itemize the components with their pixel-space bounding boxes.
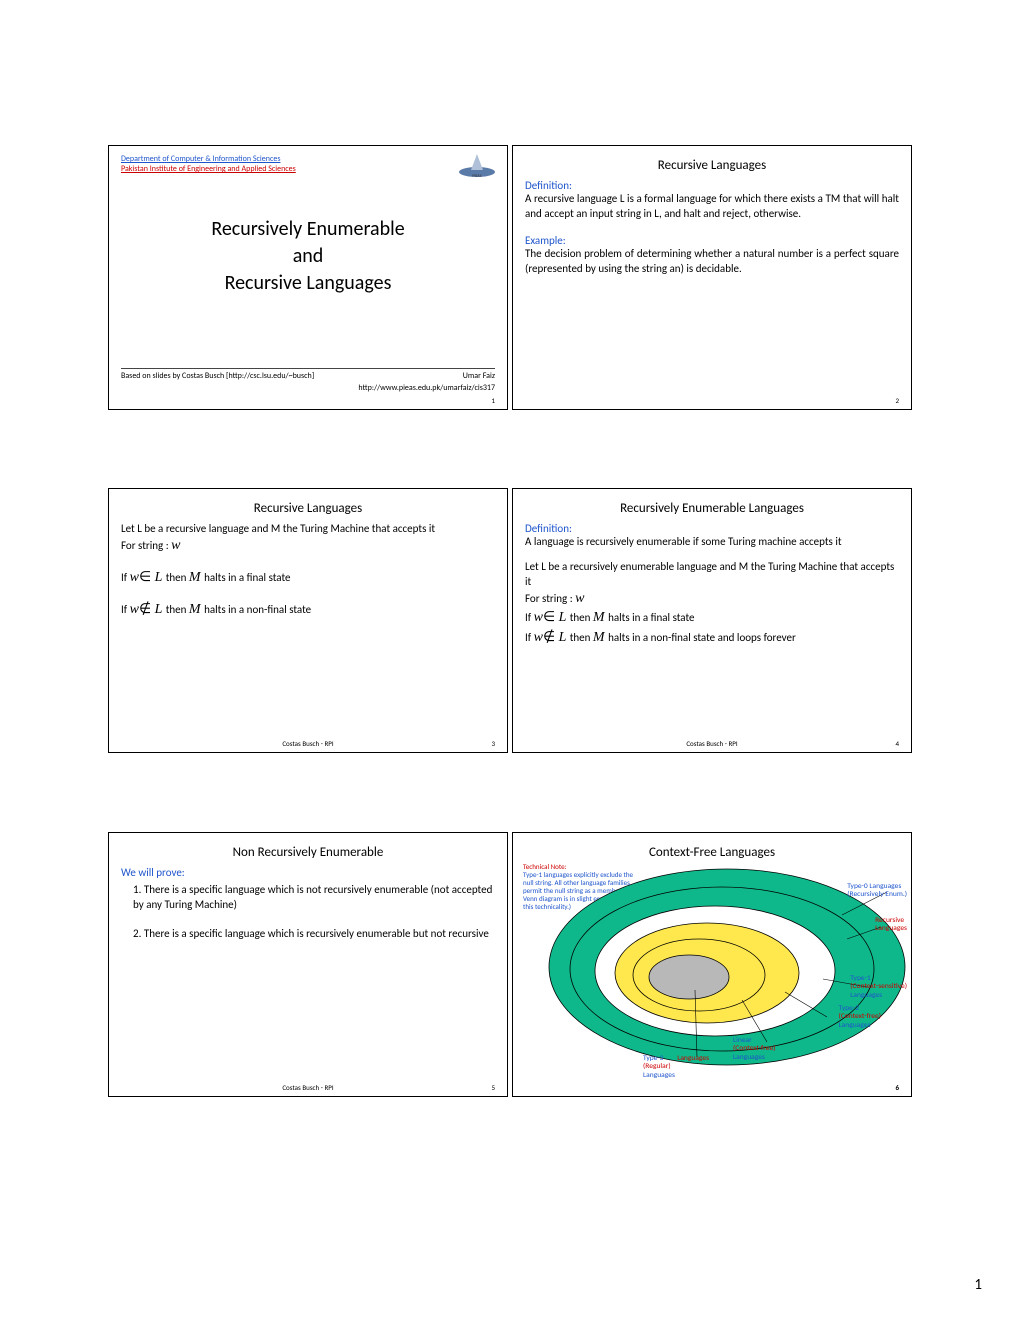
label-type3: Type-3 Languages (Regular) Languages <box>643 1055 709 1080</box>
case-in-L: If w∈ L then M halts in a final state <box>525 608 899 628</box>
title-line-3: Recursive Languages <box>121 270 495 297</box>
prove-item-1: 1. There is a specific language which is… <box>121 883 495 913</box>
slide-2: Recursive Languages Definition: A recurs… <box>512 145 912 410</box>
slide-number: 4 <box>895 739 899 748</box>
label-type2: Type-2 (Context-free) Languages <box>839 1005 881 1030</box>
slide-title: Recursive Languages <box>525 158 899 173</box>
case-not-in-L: If w∉ L then M halts in a non-final stat… <box>121 600 495 620</box>
slide-number: 5 <box>491 1083 495 1092</box>
example-label: Example: <box>525 234 899 247</box>
attribution-bar: Based on slides by Costas Busch [http://… <box>121 368 495 381</box>
label-linear: Linear (Context-free) Languages <box>733 1037 775 1062</box>
label-type1: Type-1 (Context-sensitive) Languages <box>850 975 907 1000</box>
slide-1: Department of Computer & Information Sci… <box>108 145 508 410</box>
slide-title: Recursively Enumerable Languages <box>525 501 899 516</box>
definition-label: Definition: <box>525 522 899 535</box>
slide-title: Non Recursively Enumerable <box>121 845 495 860</box>
dept-line: Department of Computer & Information Sci… <box>121 154 495 164</box>
svg-text:PIEAS: PIEAS <box>472 174 481 178</box>
main-title: Recursively Enumerable and Recursive Lan… <box>121 216 495 297</box>
prove-item-2: 2. There is a specific language which is… <box>121 927 495 942</box>
author: Umar Faiz <box>463 371 495 381</box>
slide-title: Recursive Languages <box>121 501 495 516</box>
slide-number: 1 <box>491 396 495 405</box>
pieas-logo-icon: PIEAS <box>457 152 497 178</box>
label-type0: Type-0 Languages(Recursively Enum.) <box>847 883 907 900</box>
for-string: For string : w <box>525 590 899 609</box>
slide-6: Context-Free Languages Technical Note: T… <box>512 832 912 1097</box>
title-line-2: and <box>121 243 495 270</box>
title-line-1: Recursively Enumerable <box>121 216 495 243</box>
slide-credit: Costas Busch - RPI <box>686 739 737 748</box>
example-text: The decision problem of determining whet… <box>525 247 899 277</box>
course-url: http://www.pieas.edu.pk/umarfaiz/cis317 <box>358 383 495 393</box>
slide-credit: Costas Busch - RPI <box>282 1083 333 1092</box>
intro-text: Let L be a recursively enumerable langua… <box>525 560 899 590</box>
definition-label: Definition: <box>525 179 899 192</box>
slide-credit: Costas Busch - RPI <box>282 739 333 748</box>
slide-number: 3 <box>491 739 495 748</box>
definition-text: A language is recursively enumerable if … <box>525 535 899 550</box>
slide-5: Non Recursively Enumerable We will prove… <box>108 832 508 1097</box>
slide-3: Recursive Languages Let L be a recursive… <box>108 488 508 753</box>
based-on: Based on slides by Costas Busch [http://… <box>121 371 314 381</box>
case-not-in-L: If w∉ L then M halts in a non-final stat… <box>525 628 899 648</box>
inst-line: Pakistan Institute of Engineering and Ap… <box>121 164 495 174</box>
for-string: For string : w <box>121 537 495 556</box>
intro-text: Let L be a recursive language and M the … <box>121 522 495 537</box>
label-recursive: RecursiveLanguages <box>875 917 907 934</box>
case-in-L: If w∈ L then M halts in a final state <box>121 568 495 588</box>
slide-4: Recursively Enumerable Languages Definit… <box>512 488 912 753</box>
slide-number: 6 <box>895 1083 899 1092</box>
slide-number: 2 <box>895 396 899 405</box>
page: Department of Computer & Information Sci… <box>0 0 1020 1320</box>
prove-label: We will prove: <box>121 866 495 879</box>
page-number: 1 <box>974 1276 982 1294</box>
definition-text: A recursive language L is a formal langu… <box>525 192 899 222</box>
